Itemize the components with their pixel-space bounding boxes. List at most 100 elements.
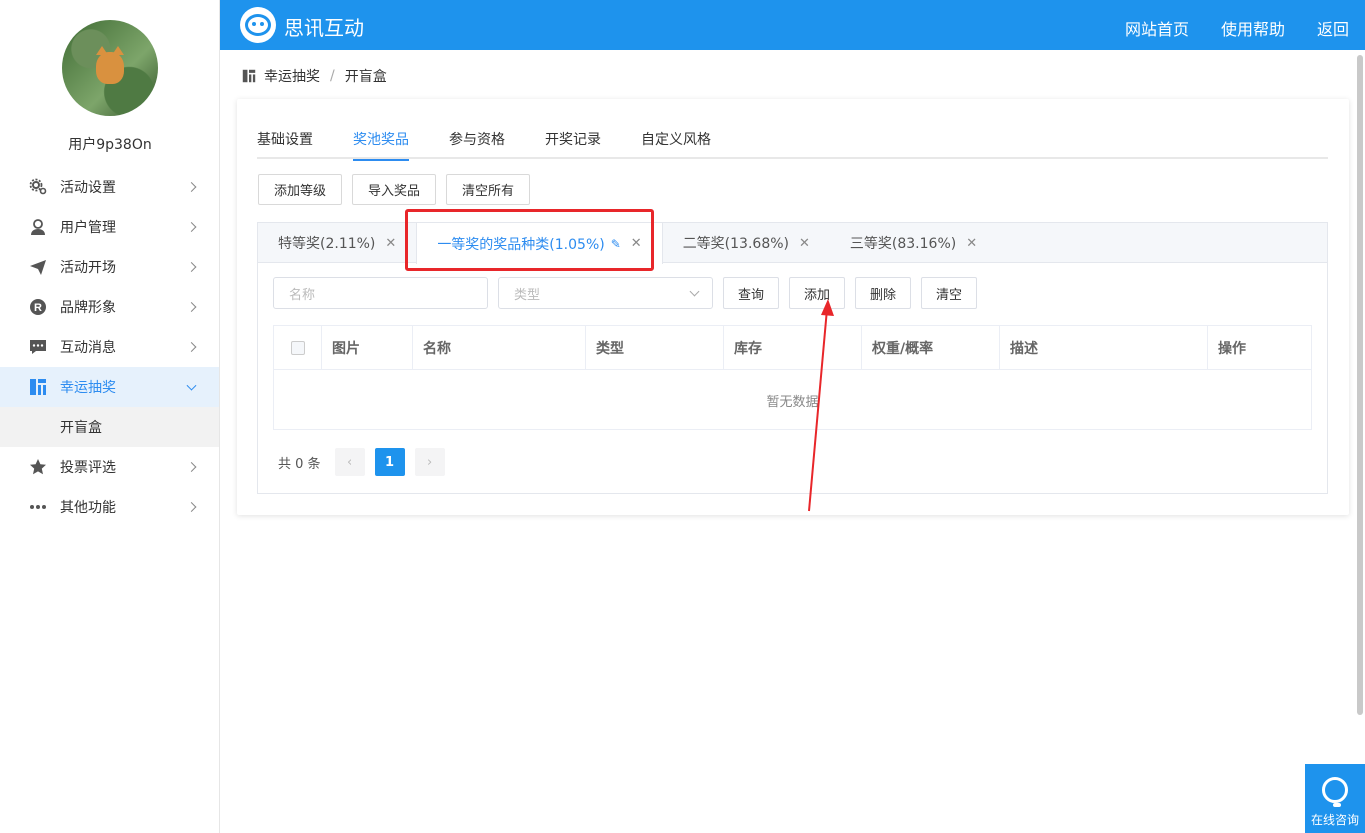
query-button[interactable]: 查询	[723, 277, 780, 309]
chevron-right-icon	[186, 342, 197, 352]
tab-custom-style[interactable]: 自定义风格	[641, 129, 711, 159]
sidebar-item-label: 幸运抽奖	[60, 380, 116, 396]
close-icon[interactable]: ✕	[385, 236, 396, 251]
tab-draw-records[interactable]: 开奖记录	[545, 129, 601, 159]
close-icon[interactable]: ✕	[799, 236, 810, 251]
next-page-button[interactable]: ›	[414, 448, 445, 476]
avatar[interactable]	[62, 20, 158, 116]
chevron-right-icon	[186, 502, 197, 512]
total-count: 共 0 条	[278, 456, 321, 472]
tab-eligibility[interactable]: 参与资格	[449, 129, 505, 159]
main-card: 基础设置 奖池奖品 参与资格 开奖记录 自定义风格 添加等级 导入奖品 清空所有…	[237, 99, 1349, 515]
prize-panel: 特等奖(2.11%) ✕ 一等奖的奖品种类(1.05%) ✎ ✕ 二等奖(13.…	[257, 222, 1328, 494]
tab-first-prize[interactable]: 一等奖的奖品种类(1.05%) ✎ ✕	[416, 223, 663, 264]
grid-icon	[242, 69, 256, 83]
settings-tabs: 基础设置 奖池奖品 参与资格 开奖记录 自定义风格	[257, 129, 1328, 161]
chevron-down-icon	[689, 286, 700, 297]
sidebar-item-label: 活动设置	[60, 180, 116, 196]
breadcrumb-current: 开盲盒	[344, 69, 387, 85]
username: 用户9p38On	[68, 137, 152, 153]
add-level-button[interactable]: 添加等级	[258, 174, 343, 205]
tab-third-prize[interactable]: 三等奖(83.16%) ✕	[830, 223, 997, 263]
prize-level-tabs: 特等奖(2.11%) ✕ 一等奖的奖品种类(1.05%) ✎ ✕ 二等奖(13.…	[258, 223, 1327, 264]
chevron-right-icon	[186, 302, 197, 312]
cat-photo	[96, 46, 124, 84]
page-number[interactable]: 1	[374, 448, 405, 476]
filter-bar: 名称 类型 查询 添加 删除 清空	[273, 277, 987, 309]
sidebar-item-other-features[interactable]: 其他功能	[0, 487, 219, 527]
online-consult-button[interactable]: 在线咨询	[1305, 764, 1365, 833]
select-all-checkbox-cell	[274, 326, 322, 370]
more-icon	[28, 497, 48, 517]
sidebar-item-label: 活动开场	[60, 260, 116, 276]
star-icon	[28, 457, 48, 477]
breadcrumb-parent[interactable]: 幸运抽奖	[264, 66, 320, 86]
scrollbar[interactable]	[1357, 55, 1363, 715]
chevron-right-icon	[186, 182, 197, 192]
name-input[interactable]: 名称	[273, 277, 488, 309]
column-header: 描述	[1000, 326, 1208, 370]
column-header: 类型	[586, 326, 724, 370]
sidebar-item-label: 用户管理	[60, 220, 116, 236]
nav-help-link[interactable]: 使用帮助	[1221, 16, 1285, 40]
close-icon[interactable]: ✕	[631, 236, 642, 251]
sidebar-item-voting[interactable]: 投票评选	[0, 447, 219, 487]
tab-label: 二等奖(13.68%)	[682, 236, 789, 252]
tab-basic-settings[interactable]: 基础设置	[257, 129, 313, 159]
type-select-placeholder: 类型	[514, 287, 541, 303]
brand-logo-icon[interactable]	[240, 7, 276, 43]
empty-state: 暂无数据	[766, 394, 819, 410]
paper-plane-icon	[28, 257, 48, 277]
close-icon[interactable]: ✕	[966, 236, 977, 251]
sidebar-item-label: 互动消息	[60, 340, 116, 356]
sidebar-item-interactive-messages[interactable]: 互动消息	[0, 327, 219, 367]
registered-icon: R	[28, 297, 48, 317]
clear-all-button[interactable]: 清空所有	[446, 174, 531, 205]
column-header: 名称	[413, 326, 586, 370]
type-select[interactable]: 类型	[498, 277, 713, 309]
tab-label: 特等奖(2.11%)	[278, 236, 376, 252]
tab-label: 一等奖的奖品种类(1.05%)	[437, 236, 605, 253]
select-all-checkbox[interactable]	[291, 341, 305, 355]
breadcrumb: 幸运抽奖 / 开盲盒	[242, 66, 387, 86]
sidebar-item-brand-image[interactable]: R 品牌形象	[0, 287, 219, 327]
sidebar-item-activity-opening[interactable]: 活动开场	[0, 247, 219, 287]
grid-icon	[28, 377, 48, 397]
nav-back-link[interactable]: 返回	[1317, 16, 1349, 40]
tab-second-prize[interactable]: 二等奖(13.68%) ✕	[663, 223, 830, 263]
toolbar: 添加等级 导入奖品 清空所有	[258, 174, 531, 205]
edit-icon[interactable]: ✎	[611, 237, 621, 251]
sidebar-item-label: 品牌形象	[60, 300, 116, 316]
chevron-down-icon	[186, 380, 197, 391]
table-header: 图片 名称 类型 库存 权重/概率 描述 操作	[274, 326, 1311, 370]
column-header: 权重/概率	[862, 326, 1000, 370]
clear-button[interactable]: 清空	[921, 277, 978, 309]
tab-label: 三等奖(83.16%)	[849, 236, 957, 252]
chevron-right-icon	[186, 222, 197, 232]
import-prizes-button[interactable]: 导入奖品	[352, 174, 437, 205]
top-nav: 网站首页 使用帮助 返回	[1125, 16, 1349, 40]
column-header: 图片	[322, 326, 413, 370]
prev-page-button[interactable]: ‹	[334, 448, 365, 476]
online-consult-label: 在线咨询	[1310, 813, 1359, 827]
brand-name: 思讯互动	[284, 16, 364, 40]
sidebar: 用户9p38On 活动设置 用户管理 活动开场 R 品牌形象 互动消息 幸运抽奖…	[0, 0, 220, 833]
sidebar-item-activity-settings[interactable]: 活动设置	[0, 167, 219, 207]
nav-home-link[interactable]: 网站首页	[1125, 16, 1189, 40]
sidebar-subitem-blind-box[interactable]: 开盲盒	[0, 407, 219, 447]
breadcrumb-separator: /	[330, 68, 335, 84]
tab-grand-prize[interactable]: 特等奖(2.11%) ✕	[258, 223, 416, 263]
sidebar-menu: 活动设置 用户管理 活动开场 R 品牌形象 互动消息 幸运抽奖 开盲盒 投票评选…	[0, 167, 219, 527]
sidebar-item-label: 投票评选	[60, 460, 116, 476]
message-icon	[28, 337, 48, 357]
add-button[interactable]: 添加	[789, 277, 846, 309]
headset-icon	[1322, 777, 1348, 807]
sidebar-item-user-management[interactable]: 用户管理	[0, 207, 219, 247]
delete-button[interactable]: 删除	[855, 277, 912, 309]
gear-icon	[28, 177, 48, 197]
tab-prize-pool[interactable]: 奖池奖品	[353, 129, 409, 161]
chevron-right-icon	[186, 462, 197, 472]
sidebar-item-lucky-draw[interactable]: 幸运抽奖	[0, 367, 219, 407]
column-header: 操作	[1218, 341, 1246, 357]
chevron-right-icon	[186, 262, 197, 272]
